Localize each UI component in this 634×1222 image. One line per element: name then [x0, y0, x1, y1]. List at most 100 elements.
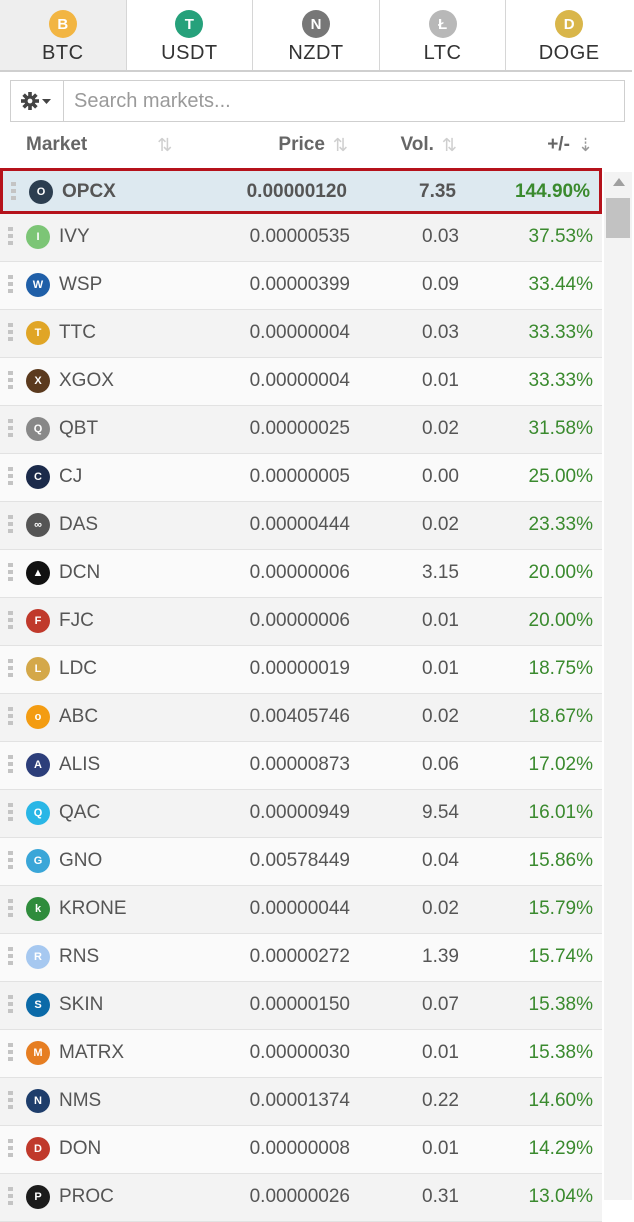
volume-value: 0.01 [422, 658, 459, 679]
tab-btc[interactable]: B BTC [0, 0, 127, 70]
table-row[interactable]: L LDC 0.00000019 0.01 18.75% [0, 646, 602, 694]
settings-dropdown-button[interactable] [11, 81, 64, 121]
market-symbol: TTC [59, 322, 96, 343]
drag-handle-icon[interactable] [8, 611, 13, 631]
table-row[interactable]: I IVY 0.00000535 0.03 37.53% [0, 214, 602, 262]
market-symbol: FJC [59, 610, 94, 631]
column-label: Vol. [400, 134, 434, 155]
price-value: 0.00000444 [249, 514, 350, 535]
search-input[interactable] [64, 81, 624, 121]
tab-nzdt[interactable]: N NZDT [253, 0, 380, 70]
market-symbol: WSP [59, 274, 103, 295]
table-row[interactable]: X XGOX 0.00000004 0.01 33.33% [0, 358, 602, 406]
drag-handle-icon[interactable] [8, 419, 13, 439]
drag-handle-icon[interactable] [8, 899, 13, 919]
tab-label: BTC [42, 42, 84, 64]
table-row[interactable]: Q QBT 0.00000025 0.02 31.58% [0, 406, 602, 454]
drag-handle-icon[interactable] [8, 659, 13, 679]
drag-handle-icon[interactable] [8, 467, 13, 487]
price-value: 0.00000030 [249, 1042, 350, 1063]
volume-value: 0.01 [422, 1138, 459, 1159]
drag-handle-icon[interactable] [8, 227, 13, 247]
sort-icon: ⇅ [332, 134, 348, 155]
drag-handle-icon[interactable] [8, 707, 13, 727]
column-header-price[interactable]: Price ⇅ [278, 134, 348, 156]
drag-handle-icon[interactable] [8, 1139, 13, 1159]
coin-icon: I [26, 225, 50, 249]
tab-usdt[interactable]: T USDT [126, 0, 254, 70]
change-value: 33.33% [528, 370, 593, 391]
tab-ltc[interactable]: Ł LTC [379, 0, 507, 70]
bitcoin-icon: B [48, 10, 77, 38]
table-row[interactable]: N NMS 0.00001374 0.22 14.60% [0, 1078, 602, 1126]
table-row[interactable]: P PROC 0.00000026 0.31 13.04% [0, 1174, 602, 1222]
price-value: 0.00000026 [249, 1186, 350, 1207]
drag-handle-icon[interactable] [8, 1043, 13, 1063]
table-row[interactable]: ∞ DAS 0.00000444 0.02 23.33% [0, 502, 602, 550]
column-header-vol[interactable]: Vol. ⇅ [400, 134, 457, 156]
coin-icon: Q [26, 801, 50, 825]
change-value: 14.60% [528, 1090, 593, 1111]
coin-icon: o [26, 705, 50, 729]
coin-icon: L [26, 657, 50, 681]
coin-icon: W [26, 273, 50, 297]
tab-doge[interactable]: D DOGE [506, 0, 632, 70]
table-row[interactable]: T TTC 0.00000004 0.03 33.33% [0, 310, 602, 358]
change-value: 23.33% [528, 514, 593, 535]
table-row[interactable]: o ABC 0.00405746 0.02 18.67% [0, 694, 602, 742]
drag-handle-icon[interactable] [8, 323, 13, 343]
table-row[interactable]: W WSP 0.00000399 0.09 33.44% [0, 262, 602, 310]
volume-value: 3.15 [422, 562, 459, 583]
table-row[interactable]: A ALIS 0.00000873 0.06 17.02% [0, 742, 602, 790]
drag-handle-icon[interactable] [8, 851, 13, 871]
market-symbol: OPCX [62, 181, 116, 202]
tether-icon: T [175, 10, 204, 38]
market-symbol: QAC [59, 802, 101, 823]
coin-icon: M [26, 1041, 50, 1065]
drag-handle-icon[interactable] [8, 515, 13, 535]
price-value: 0.00000006 [249, 610, 350, 631]
drag-handle-icon[interactable] [8, 563, 13, 583]
table-row[interactable]: M MATRX 0.00000030 0.01 15.38% [0, 1030, 602, 1078]
column-header-change[interactable]: +/- ⇣ [547, 134, 593, 156]
table-row[interactable]: Q QAC 0.00000949 9.54 16.01% [0, 790, 602, 838]
drag-handle-icon[interactable] [8, 995, 13, 1015]
market-tabs: B BTC T USDT N NZDT Ł LTC D DOGE [0, 0, 632, 72]
market-symbol: QBT [59, 418, 99, 439]
drag-handle-icon[interactable] [8, 275, 13, 295]
drag-handle-icon[interactable] [8, 803, 13, 823]
price-value: 0.00000150 [249, 994, 350, 1015]
scrollbar-thumb[interactable] [606, 198, 630, 238]
drag-handle-icon[interactable] [8, 1187, 13, 1207]
scrollbar[interactable] [604, 172, 632, 1200]
drag-handle-icon[interactable] [8, 755, 13, 775]
drag-handle-icon[interactable] [8, 947, 13, 967]
market-symbol: ABC [59, 706, 99, 727]
table-row-selected[interactable]: O OPCX 0.00000120 7.35 144.90% [0, 168, 602, 214]
nzdt-icon: N [301, 10, 330, 38]
drag-handle-icon[interactable] [11, 182, 16, 202]
scroll-up-arrow-icon[interactable] [613, 178, 625, 186]
drag-handle-icon[interactable] [8, 371, 13, 391]
coin-icon: T [26, 321, 50, 345]
column-header-market[interactable]: Market ⇅ [26, 134, 172, 156]
coin-icon: R [26, 945, 50, 969]
price-value: 0.00000120 [246, 181, 347, 202]
volume-value: 0.01 [422, 1042, 459, 1063]
market-symbol: NMS [59, 1090, 102, 1111]
volume-value: 0.31 [422, 1186, 459, 1207]
table-row[interactable]: k KRONE 0.00000044 0.02 15.79% [0, 886, 602, 934]
table-row[interactable]: C CJ 0.00000005 0.00 25.00% [0, 454, 602, 502]
coin-icon: ∞ [26, 513, 50, 537]
table-row[interactable]: G GNO 0.00578449 0.04 15.86% [0, 838, 602, 886]
table-row[interactable]: F FJC 0.00000006 0.01 20.00% [0, 598, 602, 646]
table-row[interactable]: R RNS 0.00000272 1.39 15.74% [0, 934, 602, 982]
drag-handle-icon[interactable] [8, 1091, 13, 1111]
change-value: 15.86% [528, 850, 593, 871]
volume-value: 0.07 [422, 994, 459, 1015]
coin-icon: ▲ [26, 561, 50, 585]
market-symbol: SKIN [59, 994, 104, 1015]
table-row[interactable]: S SKIN 0.00000150 0.07 15.38% [0, 982, 602, 1030]
table-row[interactable]: ▲ DCN 0.00000006 3.15 20.00% [0, 550, 602, 598]
table-row[interactable]: D DON 0.00000008 0.01 14.29% [0, 1126, 602, 1174]
